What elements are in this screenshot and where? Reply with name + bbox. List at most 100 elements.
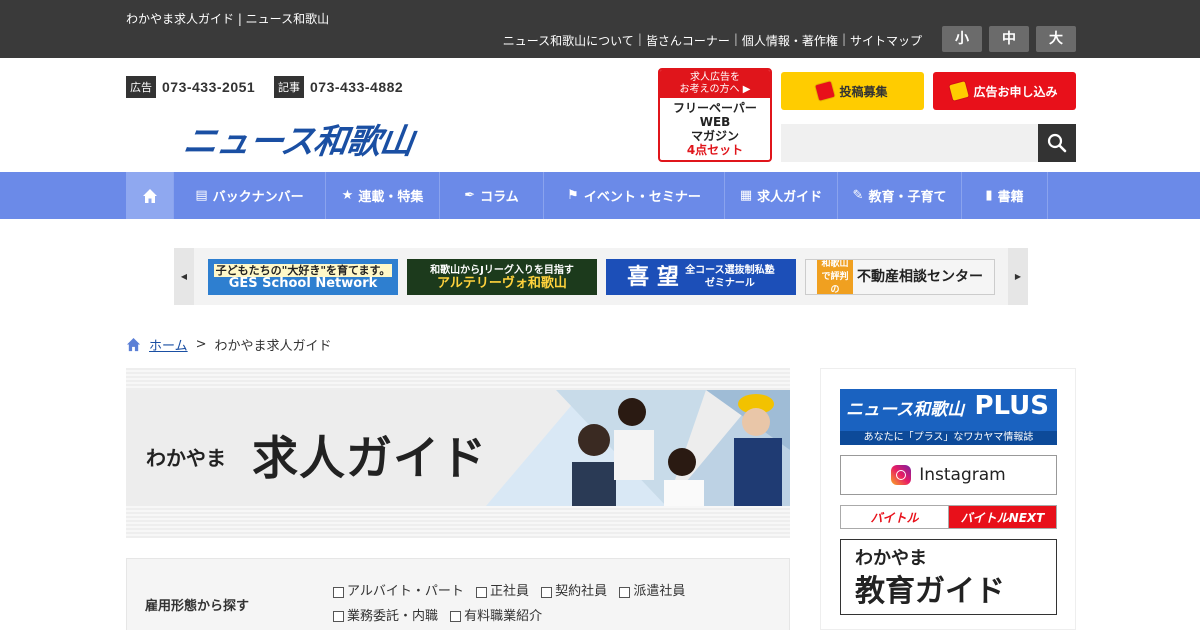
breadcrumb-separator: > [195, 337, 207, 352]
banner-arterivo[interactable]: 和歌山からJリーグ入りを目指す アルテリーヴォ和歌山 [407, 259, 597, 295]
search-button[interactable] [1038, 124, 1076, 162]
book-icon: ▤ [195, 188, 208, 203]
instagram-icon [891, 465, 912, 485]
news-tag: 記事 [274, 76, 304, 98]
nav-label: 書籍 [997, 190, 1024, 205]
option-label: 業務委託・内職 [347, 608, 439, 624]
freepaper-line4: 4点セット [686, 143, 744, 157]
option-full-time[interactable]: 正社員 [476, 581, 529, 603]
nav-label: バックナンバー [212, 190, 304, 205]
ad-tag: 広告 [126, 76, 156, 98]
checkbox[interactable] [333, 611, 344, 622]
link-about[interactable]: ニュース和歌山について [499, 32, 638, 49]
nav-job-guide[interactable]: ▦ 求人ガイド [725, 172, 838, 219]
pencil-icon: ✎ [852, 188, 864, 203]
nav-label: 教育・子育て [868, 190, 947, 205]
header: 広告 073-433-2051 記事 073-433-4882 ニュース和歌山 … [0, 58, 1200, 172]
plus-title: ニュース和歌山 [846, 400, 965, 420]
nav-series[interactable]: ★ 連載・特集 [326, 172, 440, 219]
checkbox[interactable] [333, 586, 344, 598]
search-input[interactable] [781, 124, 1038, 162]
font-size-medium-button[interactable]: 中 [989, 26, 1029, 52]
font-size-switcher: 小 中 大 [942, 26, 1076, 52]
option-dispatch[interactable]: 派遣社員 [619, 581, 685, 603]
link-sitemap[interactable]: サイトマップ [846, 32, 926, 49]
font-size-small-button[interactable]: 小 [942, 26, 982, 52]
home-icon [142, 188, 157, 203]
option-label: 派遣社員 [633, 584, 686, 599]
ad-phone: 広告 073-433-2051 [126, 76, 255, 98]
nav-column[interactable]: ✒ コラム [440, 172, 544, 219]
nav-books[interactable]: ▮ 書籍 [962, 172, 1048, 219]
carousel-next-button[interactable]: ▶ [1008, 248, 1028, 305]
site-logo[interactable]: ニュース和歌山 [181, 114, 417, 163]
banner-kibou-seminar[interactable]: 喜 望全コース選抜制私塾 ゼミナール [606, 259, 796, 295]
nav-label: 求人ガイド [757, 190, 823, 205]
home-icon [126, 337, 141, 352]
nav-label: イベント・セミナー [583, 190, 701, 205]
checkbox[interactable] [450, 611, 462, 622]
link-readers-corner[interactable]: 皆さんコーナー [642, 32, 734, 49]
option-contract[interactable]: 契約社員 [541, 581, 607, 603]
ad-icon [949, 81, 970, 101]
building-icon: ▦ [739, 188, 753, 203]
main-nav: ▤ バックナンバー ★ 連載・特集 ✒ コラム ⚑ イベント・セミナー ▦ 求人… [0, 172, 1200, 219]
freepaper-head-line1: 求人広告を [690, 72, 740, 83]
hero-image: わかやま 求人ガイド [126, 390, 790, 506]
link-privacy[interactable]: 個人情報・著作権 [738, 32, 842, 49]
top-links: ニュース和歌山について | 皆さんコーナー | 個人情報・著作権 | サイトマップ [499, 32, 926, 49]
baitoru-banner: バイトル バイトルNEXT [840, 505, 1057, 529]
font-size-large-button[interactable]: 大 [1036, 26, 1076, 52]
nav-backnumber[interactable]: ▤ バックナンバー [174, 172, 326, 219]
news-wakayama-plus-banner[interactable]: ニュース和歌山 PLUS あなたに「プラス」なワカヤマ情報誌 [840, 389, 1057, 445]
star-icon: ★ [341, 188, 354, 203]
freepaper-ad-banner[interactable]: 求人広告を お考えの方へ ▶ フリーペーパー WEB マガジン 4点セット [658, 68, 772, 162]
checkbox[interactable] [476, 586, 488, 598]
freepaper-head-line2: お考えの方へ ▶ [660, 84, 770, 96]
banner-realestate[interactable]: 和歌山で評判の 不動産相談センター [805, 259, 995, 295]
option-outsourcing[interactable]: 業務委託・内職 [333, 606, 438, 628]
ad-application-label: 広告お申し込み [973, 84, 1058, 99]
banner-text: 喜 望 [627, 264, 679, 290]
option-label: 契約社員 [555, 584, 608, 599]
freepaper-head: 求人広告を お考えの方へ ▶ [660, 70, 770, 98]
option-recruitment-agency[interactable]: 有料職業紹介 [450, 606, 542, 628]
employment-filter: 雇用形態から探す アルバイト・パート 正社員 契約社員 派遣社員 業務委託・内職… [126, 558, 790, 630]
freepaper-body: フリーペーパー WEB マガジン 4点セット [660, 101, 770, 157]
option-part-time[interactable]: アルバイト・パート [333, 581, 464, 603]
ad-phone-number: 073-433-2051 [162, 79, 256, 95]
sidebar: ニュース和歌山 PLUS あなたに「プラス」なワカヤマ情報誌 Instagram… [820, 368, 1076, 630]
nav-label: コラム [480, 190, 519, 205]
checkbox[interactable] [619, 586, 631, 598]
banner-text: アルテリーヴォ和歌山 [437, 276, 567, 291]
arrow-circle-icon: ▶ [742, 84, 751, 95]
banner-text: 和歌山で評判の [817, 260, 853, 294]
site-title: わかやま求人ガイド | ニュース和歌山 [126, 12, 330, 26]
option-label: 有料職業紹介 [464, 608, 543, 624]
carousel-prev-button[interactable]: ◀ [174, 248, 194, 305]
search-icon [1047, 133, 1067, 153]
breadcrumb-home-link[interactable]: ホーム [149, 335, 188, 354]
top-bar: わかやま求人ガイド | ニュース和歌山 ニュース和歌山について | 皆さんコーナー… [0, 0, 1200, 58]
baitoru-next-link[interactable]: バイトルNEXT [949, 506, 1056, 528]
baitoru-link[interactable]: バイトル [841, 506, 949, 528]
news-phone: 記事 073-433-4882 [274, 76, 403, 98]
nav-home[interactable] [126, 172, 174, 219]
filter-options: アルバイト・パート 正社員 契約社員 派遣社員 業務委託・内職 有料職業紹介 [333, 581, 773, 630]
instagram-banner[interactable]: Instagram [840, 455, 1057, 495]
education-guide-banner[interactable]: わかやま 教育ガイド [840, 539, 1057, 615]
post-submission-button[interactable]: 投稿募集 [781, 72, 924, 110]
hero-banner: わかやま 求人ガイド [126, 368, 790, 538]
news-phone-number: 073-433-4882 [310, 79, 404, 95]
freepaper-head-text: お考えの方へ [679, 84, 740, 95]
nav-label: 連載・特集 [358, 190, 424, 205]
checkbox[interactable] [541, 586, 553, 598]
nav-events[interactable]: ⚑ イベント・セミナー [544, 172, 725, 219]
plus-word: PLUS [974, 391, 1049, 421]
banner-text: 不動産相談センター [857, 268, 983, 285]
banner-text: GES School Network [228, 276, 378, 291]
nav-education[interactable]: ✎ 教育・子育て [838, 172, 962, 219]
ad-application-button[interactable]: 広告お申し込み [933, 72, 1076, 110]
post-icon [815, 81, 836, 101]
banner-ges[interactable]: 子どもたちの"大好き"を育てます。 GES School Network [208, 259, 398, 295]
